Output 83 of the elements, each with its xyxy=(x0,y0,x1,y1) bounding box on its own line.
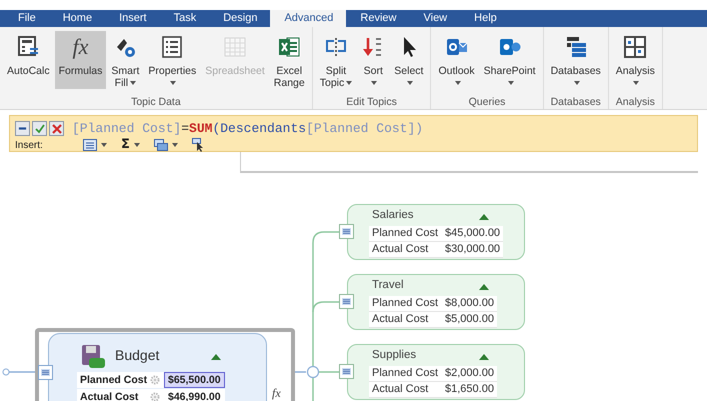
topic-title: Salaries xyxy=(372,209,414,221)
property-name: Actual Cost xyxy=(79,390,140,401)
topic-card[interactable]: Travel Planned Cost $8,000.00 Actual Cost $5,000.00 xyxy=(347,274,525,330)
ribbon-tab[interactable]: View xyxy=(409,10,460,27)
group-label: Queries xyxy=(468,95,506,109)
ribbon-tab[interactable]: Design xyxy=(209,10,270,27)
insert-tool-button[interactable] xyxy=(190,138,206,152)
ribbon-tab[interactable]: Task xyxy=(160,10,210,27)
property-name: Actual Cost xyxy=(371,382,430,397)
ribbon-button[interactable]: SharePoint xyxy=(480,31,540,89)
ribbon-button[interactable]: Smart Fill xyxy=(107,31,144,89)
insert-label: Insert: xyxy=(15,140,44,150)
ribbon-button[interactable]: AutoCalc xyxy=(3,31,54,89)
sum-icon: Σ xyxy=(121,139,130,151)
windows-icon xyxy=(154,139,168,151)
collapse-triangle-icon[interactable] xyxy=(479,284,489,290)
calculator-icon xyxy=(16,35,40,59)
accept-button[interactable] xyxy=(32,121,47,136)
fx-icon: fx xyxy=(72,35,88,59)
notes-icon[interactable] xyxy=(38,365,53,380)
connector-line xyxy=(2,368,35,376)
topic-card[interactable]: Salaries Planned Cost $45,000.00 Actual Cost $30,000.00 xyxy=(347,204,525,260)
insert-tool-button[interactable] xyxy=(81,139,109,151)
grid-icon xyxy=(223,35,248,59)
ribbon-button[interactable]: Databases xyxy=(546,31,605,89)
collapse-triangle-icon[interactable] xyxy=(211,354,221,360)
split-icon xyxy=(324,35,348,59)
ribbon-tab[interactable]: Review xyxy=(346,10,410,27)
ribbon-tab[interactable]: Insert xyxy=(105,10,160,27)
topic-title: Budget xyxy=(115,347,160,363)
connector-line xyxy=(295,371,306,373)
property-name: Actual Cost xyxy=(371,312,430,327)
topic-title: Supplies xyxy=(372,349,416,361)
property-name: Planned Cost xyxy=(79,373,148,387)
list-icon xyxy=(83,139,97,151)
ribbon-button[interactable]: Excel Range xyxy=(270,31,309,89)
collapse-triangle-icon[interactable] xyxy=(479,354,489,360)
group-label: Topic Data xyxy=(130,95,182,109)
pointer-icon xyxy=(192,138,204,152)
property-name: Actual Cost xyxy=(371,242,430,257)
topic-title: Travel xyxy=(372,279,404,291)
spreadsheet-icon xyxy=(277,35,302,59)
floppy-disk-icon xyxy=(81,344,105,370)
notes-icon[interactable] xyxy=(339,364,354,379)
collapse-triangle-icon[interactable] xyxy=(479,214,489,220)
group-label: Edit Topics xyxy=(345,95,398,109)
collapse-button[interactable] xyxy=(15,121,30,136)
property-value: $5,000.00 xyxy=(444,312,495,327)
check-icon xyxy=(34,124,44,134)
property-value[interactable]: $65,500.00 xyxy=(164,372,225,388)
group-label: Databases xyxy=(550,95,602,109)
property-value: $45,000.00 xyxy=(444,226,502,241)
notes-icon[interactable] xyxy=(339,224,354,239)
list-icon xyxy=(160,35,184,59)
formula-mark: fx xyxy=(272,386,281,401)
property-value: $30,000.00 xyxy=(444,242,502,257)
table-icon xyxy=(623,35,648,59)
ribbon-button[interactable]: Sort xyxy=(357,31,390,89)
property-value: $2,000.00 xyxy=(444,366,495,381)
ribbon-tab[interactable]: File xyxy=(4,10,49,27)
property-name: Planned Cost xyxy=(371,296,440,311)
collapse-toggle-icon[interactable] xyxy=(306,366,320,378)
cancel-button[interactable] xyxy=(49,121,64,136)
topic-card[interactable]: Supplies Planned Cost $2,000.00 Actual Cost $1,650.00 xyxy=(347,344,525,400)
insert-tool-button[interactable]: Σ xyxy=(119,139,142,151)
ribbon-button[interactable]: fx Formulas xyxy=(54,31,106,89)
ribbon-button[interactable]: Select xyxy=(390,31,428,89)
notes-icon[interactable] xyxy=(339,294,354,309)
ribbon-button[interactable]: Properties xyxy=(144,31,200,89)
group-label: Analysis xyxy=(614,95,656,109)
property-name: Planned Cost xyxy=(371,366,440,381)
close-icon xyxy=(52,124,62,134)
property-value: $1,650.00 xyxy=(444,382,495,397)
property-value: $8,000.00 xyxy=(444,296,495,311)
ribbon-button[interactable]: Split Topic xyxy=(316,31,356,89)
ribbon-tab[interactable]: Help xyxy=(460,10,510,27)
ribbon-button[interactable]: Outlook xyxy=(434,31,479,89)
ribbon-tab[interactable]: Home xyxy=(48,10,106,27)
formula-text[interactable]: [Planned Cost]=SUM(Descendants[Planned Cost]) xyxy=(72,121,424,136)
property-name: Planned Cost xyxy=(371,226,440,241)
ribbon-button[interactable]: Analysis xyxy=(612,31,659,89)
insert-tool-button[interactable] xyxy=(152,139,180,151)
ribbon-tab[interactable]: Advanced xyxy=(270,10,346,27)
